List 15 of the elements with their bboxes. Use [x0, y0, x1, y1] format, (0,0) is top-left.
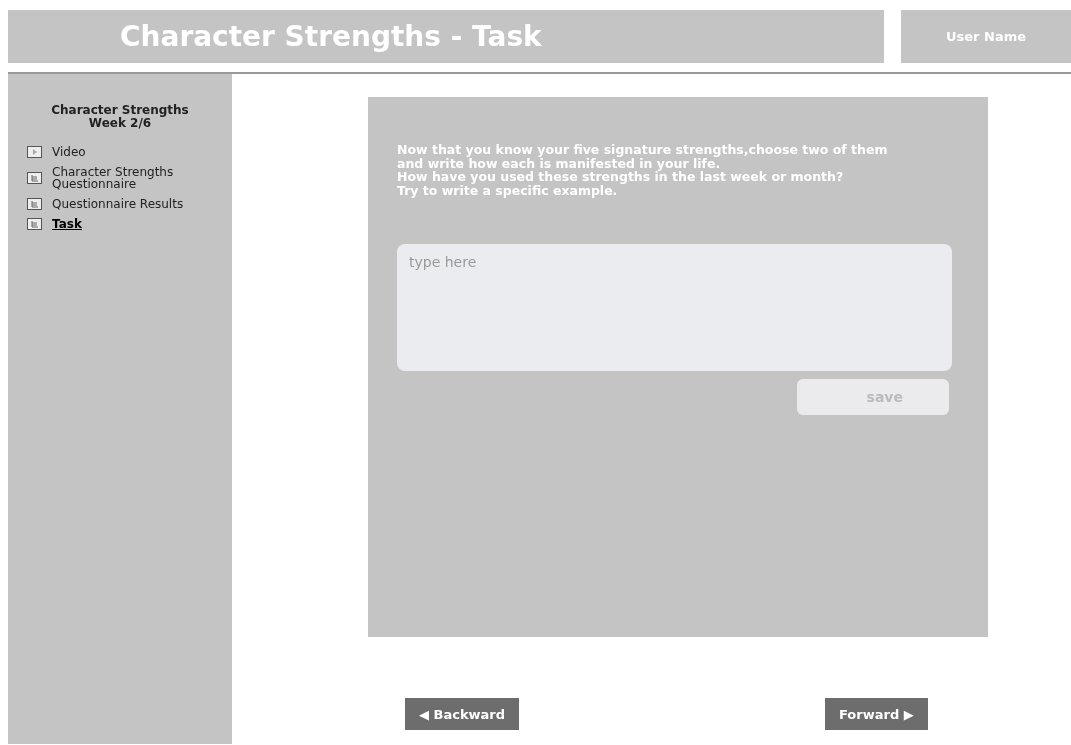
- play-icon: [27, 146, 42, 158]
- backward-button[interactable]: ◀ Backward: [405, 698, 520, 730]
- sidebar-item[interactable]: Task: [8, 214, 208, 234]
- task-instructions: Now that you know your five signature strengths,choose two of them and write how each is manifested in your life. How have you used these strengths in the last week or month? Try to write a specific example.: [397, 143, 889, 197]
- sidebar-item[interactable]: Video: [8, 142, 208, 162]
- answer-field[interactable]: type here: [397, 244, 952, 371]
- user-name: User Name: [901, 10, 1071, 63]
- document-icon: [27, 172, 42, 184]
- page-title: Character Strengths - Task: [8, 10, 884, 63]
- forward-button[interactable]: Forward ▶: [825, 698, 928, 730]
- sidebar-item[interactable]: Questionnaire Results: [8, 194, 208, 214]
- sidebar-title: Character Strengths Week 2/6: [50, 104, 190, 130]
- sidebar-item[interactable]: Character Strengths Questionnaire: [8, 162, 208, 194]
- document-icon: [27, 218, 42, 230]
- document-icon: [27, 198, 42, 210]
